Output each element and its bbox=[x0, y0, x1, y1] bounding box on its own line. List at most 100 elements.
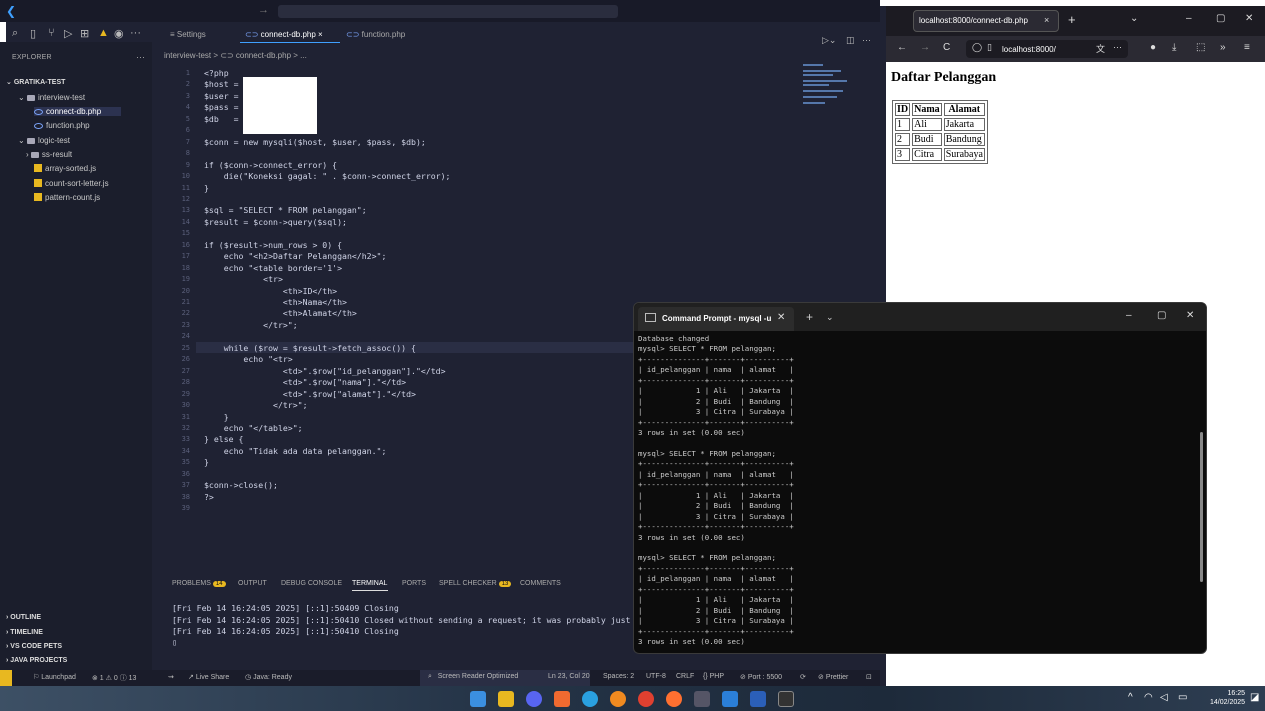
more-actions-icon[interactable]: ··· bbox=[862, 35, 871, 45]
new-tab-icon[interactable]: + bbox=[1068, 12, 1076, 27]
code-line[interactable]: <th>ID</th> bbox=[204, 286, 337, 296]
notification-icon[interactable]: ◪ bbox=[1250, 692, 1259, 703]
code-line[interactable]: <th>Nama</th> bbox=[204, 297, 347, 307]
tree-item-logic-test[interactable]: ⌄ logic-test bbox=[18, 136, 70, 145]
code-line[interactable]: <td>".$row["nama"]."</td> bbox=[204, 377, 406, 387]
panel-tab-debug-console[interactable]: DEBUG CONSOLE bbox=[281, 580, 342, 587]
code-line[interactable]: while ($row = $result->fetch_assoc()) { bbox=[204, 343, 416, 353]
status-prettier[interactable]: ⊘ Prettier bbox=[818, 673, 848, 681]
panel-tab-comments[interactable]: COMMENTS bbox=[520, 580, 561, 587]
code-line[interactable]: echo "<h2>Daftar Pelanggan</h2>"; bbox=[204, 251, 387, 261]
code-line[interactable]: </tr>"; bbox=[204, 320, 298, 330]
tree-item-interview-test[interactable]: ⌄ interview-test bbox=[18, 93, 85, 102]
run-icon[interactable]: ▷⌄ bbox=[822, 35, 836, 46]
app-icon[interactable] bbox=[554, 691, 570, 707]
code-line[interactable]: ?> bbox=[204, 492, 214, 502]
reload-icon[interactable]: C bbox=[943, 42, 950, 53]
tab-settings[interactable]: ≡ Settings bbox=[170, 30, 206, 39]
remote-indicator[interactable] bbox=[0, 670, 12, 686]
close-tab-icon[interactable]: × bbox=[1044, 15, 1049, 25]
code-line[interactable]: <?php bbox=[204, 68, 229, 78]
code-line[interactable]: $db = bbox=[204, 114, 239, 124]
code-line[interactable]: echo "</table>"; bbox=[204, 423, 303, 433]
tree-item-array-sorted[interactable]: array-sorted.js bbox=[34, 164, 96, 173]
status-problems[interactable]: ⊗ 1 ⚠ 0 ⓘ 13 bbox=[92, 673, 136, 683]
breadcrumb[interactable]: interview-test > ⊂⊃ connect-db.php > ... bbox=[164, 51, 307, 60]
page-actions-icon[interactable]: ··· bbox=[1113, 42, 1122, 52]
tree-item-count-sort-letter[interactable]: count-sort-letter.js bbox=[34, 179, 109, 188]
vscode-pets-section[interactable]: › VS CODE PETS bbox=[6, 643, 62, 650]
maximize-icon[interactable]: ▢ bbox=[1216, 13, 1225, 24]
code-line[interactable]: <th>Alamat</th> bbox=[204, 308, 357, 318]
firefox-icon[interactable] bbox=[666, 691, 682, 707]
terminal-cursor[interactable]: ▯ bbox=[172, 637, 177, 647]
maximize-icon[interactable]: ▢ bbox=[1157, 310, 1166, 321]
forward-icon[interactable]: → bbox=[920, 42, 930, 53]
tree-item-connect-db[interactable]: connect-db.php bbox=[34, 107, 122, 116]
code-line[interactable]: </tr>"; bbox=[204, 400, 308, 410]
tree-item-pattern-count[interactable]: pattern-count.js bbox=[34, 193, 100, 202]
translate-icon[interactable]: 文 bbox=[1096, 42, 1105, 55]
close-icon[interactable]: ✕ bbox=[1186, 310, 1194, 321]
tree-item-function[interactable]: function.php bbox=[34, 121, 90, 130]
tray-chevron-icon[interactable]: ^ bbox=[1128, 692, 1133, 703]
app-icon[interactable] bbox=[694, 691, 710, 707]
file-explorer-icon[interactable] bbox=[498, 691, 514, 707]
root-folder[interactable]: ⌄ GRATIKA-TEST bbox=[6, 78, 65, 86]
status-port[interactable]: ⊘ Port : 5500 bbox=[740, 673, 782, 681]
status-eol[interactable]: CRLF bbox=[676, 673, 694, 680]
code-line[interactable]: <tr> bbox=[204, 274, 283, 284]
word-icon[interactable] bbox=[750, 691, 766, 707]
code-line[interactable]: echo "Tidak ada data pelanggan."; bbox=[204, 446, 387, 456]
split-editor-icon[interactable]: ◫ bbox=[846, 35, 855, 46]
code-line[interactable]: $conn->close(); bbox=[204, 480, 278, 490]
code-line[interactable]: $pass = bbox=[204, 102, 239, 112]
warning-icon[interactable]: ▲ bbox=[98, 27, 109, 39]
status-java[interactable]: ◷ Java: Ready bbox=[245, 673, 292, 681]
code-line[interactable]: } bbox=[204, 183, 209, 193]
run-debug-icon[interactable]: ▷ bbox=[64, 27, 72, 40]
code-line[interactable]: } bbox=[204, 412, 229, 422]
accounts-icon[interactable]: ◉ bbox=[114, 27, 124, 40]
overflow-icon[interactable]: » bbox=[1220, 42, 1226, 53]
explorer-icon[interactable]: ▯ bbox=[30, 27, 36, 40]
panel-tab-spell-checker[interactable]: SPELL CHECKER 13 bbox=[439, 580, 512, 587]
cmd-scrollbar[interactable] bbox=[1200, 432, 1203, 582]
panel-tab-output[interactable]: OUTPUT bbox=[238, 580, 267, 587]
code-line[interactable]: die("Koneksi gagal: " . $conn->connect_e… bbox=[204, 171, 451, 181]
clock[interactable]: 16:25 14/02/2025 bbox=[1210, 689, 1245, 707]
source-control-icon[interactable]: ⑂ bbox=[48, 27, 55, 39]
timeline-section[interactable]: › TIMELINE bbox=[6, 629, 43, 636]
panel-tab-ports[interactable]: PORTS bbox=[402, 580, 426, 587]
menu-icon[interactable]: ≡ bbox=[1244, 42, 1250, 53]
code-line[interactable]: $host = bbox=[204, 79, 239, 89]
command-center[interactable] bbox=[278, 5, 618, 18]
back-icon[interactable]: ← bbox=[897, 42, 907, 53]
extensions-icon[interactable]: ⊞ bbox=[80, 27, 89, 40]
dropdown-icon[interactable]: ⌄ bbox=[826, 312, 834, 323]
code-line[interactable]: echo "<table border='1'> bbox=[204, 263, 342, 273]
chrome-icon[interactable] bbox=[638, 691, 654, 707]
tree-item-ss-result[interactable]: › ss-result bbox=[26, 150, 72, 159]
more-icon[interactable]: ··· bbox=[130, 27, 141, 39]
minimize-icon[interactable]: – bbox=[1186, 13, 1192, 24]
record-icon[interactable]: ● bbox=[1150, 42, 1156, 53]
app-icon[interactable] bbox=[610, 691, 626, 707]
terminal-icon[interactable] bbox=[778, 691, 794, 707]
minimize-icon[interactable]: – bbox=[1126, 310, 1132, 321]
status-sync-icon[interactable]: ⟳ bbox=[800, 673, 806, 681]
panel-tab-terminal[interactable]: TERMINAL bbox=[352, 580, 387, 587]
url-text[interactable]: localhost:8000/ bbox=[1002, 45, 1056, 54]
status-launchpad[interactable]: ⚐ Launchpad bbox=[33, 673, 76, 681]
explorer-more-icon[interactable]: ··· bbox=[136, 52, 145, 62]
tab-function[interactable]: ⊂⊃ function.php bbox=[346, 30, 405, 39]
close-icon[interactable]: ✕ bbox=[1245, 13, 1253, 24]
status-language[interactable]: {} PHP bbox=[703, 673, 724, 680]
search-icon[interactable]: ⌕ bbox=[12, 27, 18, 40]
status-encoding[interactable]: UTF-8 bbox=[646, 673, 666, 680]
code-line[interactable]: if ($result->num_rows > 0) { bbox=[204, 240, 342, 250]
code-line[interactable]: $result = $conn->query($sql); bbox=[204, 217, 347, 227]
shield-icon[interactable]: ◯ bbox=[972, 42, 982, 53]
wifi-icon[interactable]: ◠ bbox=[1144, 692, 1153, 703]
page-icon[interactable]: ▯ bbox=[987, 42, 992, 53]
